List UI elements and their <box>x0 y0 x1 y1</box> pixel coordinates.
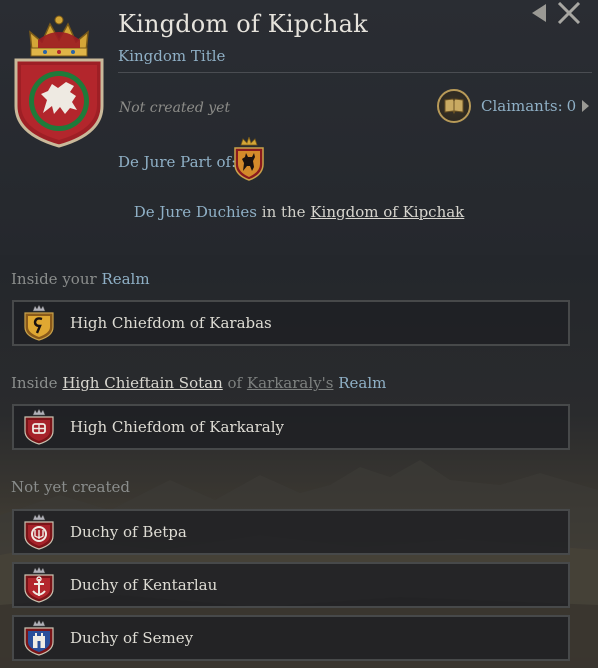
duchies-heading-connector: in the <box>257 203 311 221</box>
claimants-count: 0 <box>566 97 577 115</box>
of-connector: of <box>222 374 247 392</box>
place-link[interactable]: Karkaraly's <box>247 374 334 392</box>
row-name: High Chiefdom of Karkaraly <box>70 418 284 436</box>
duchy-row[interactable]: Duchy of Semey <box>12 615 570 661</box>
row-name: Duchy of Semey <box>70 629 194 647</box>
trident-emblem-icon <box>24 514 54 550</box>
title-type: Kingdom Title <box>118 47 226 65</box>
ruler-link[interactable]: High Chieftain Sotan <box>62 374 222 392</box>
row-name: Duchy of Kentarlau <box>70 576 218 594</box>
book-icon <box>437 89 471 123</box>
row-name: High Chiefdom of Karabas <box>70 314 272 332</box>
knot-emblem-icon <box>24 409 54 445</box>
duchies-heading-label: De Jure Duchies <box>133 203 257 221</box>
kingdom-link[interactable]: Kingdom of Kipchak <box>310 203 464 221</box>
tower-emblem-icon <box>24 620 54 656</box>
duchy-row[interactable]: High Chiefdom of Karkaraly <box>12 404 570 450</box>
dejure-label: De Jure Part of: <box>118 153 237 171</box>
chevron-right-icon <box>582 100 590 112</box>
anchor-emblem-icon <box>24 567 54 603</box>
realm-suffix: Realm <box>333 374 387 392</box>
triangle-left-icon[interactable] <box>529 2 549 24</box>
dejure-duchies-heading: De Jure Duchies in the Kingdom of Kipcha… <box>0 203 598 221</box>
duchy-row[interactable]: High Chiefdom of Karabas <box>12 300 570 346</box>
crown-icon <box>29 15 89 57</box>
duchy-row[interactable]: Duchy of Kentarlau <box>12 562 570 608</box>
page-title: Kingdom of Kipchak <box>118 10 368 38</box>
section-inside-realm: Inside your Realm <box>11 270 150 288</box>
kingdom-coat-of-arms <box>14 15 104 148</box>
duchy-row[interactable]: Duchy of Betpa <box>12 509 570 555</box>
section-not-created: Not yet created <box>11 478 130 496</box>
claimants-label: Claimants: <box>481 97 563 115</box>
header-divider <box>118 72 592 73</box>
realm-link[interactable]: Realm <box>101 270 149 288</box>
section-prefix: Inside your <box>11 270 102 288</box>
row-name: Duchy of Betpa <box>70 523 187 541</box>
stag-emblem-icon[interactable] <box>232 137 266 181</box>
status-text: Not created yet <box>119 100 231 116</box>
section-inside-other-realm: Inside High Chieftain Sotan of Karkaraly… <box>11 374 386 392</box>
close-icon[interactable] <box>556 2 582 24</box>
section-prefix: Inside <box>11 374 63 392</box>
claimants-button[interactable]: Claimants: 0 <box>437 88 590 124</box>
hook-emblem-icon <box>24 305 54 341</box>
